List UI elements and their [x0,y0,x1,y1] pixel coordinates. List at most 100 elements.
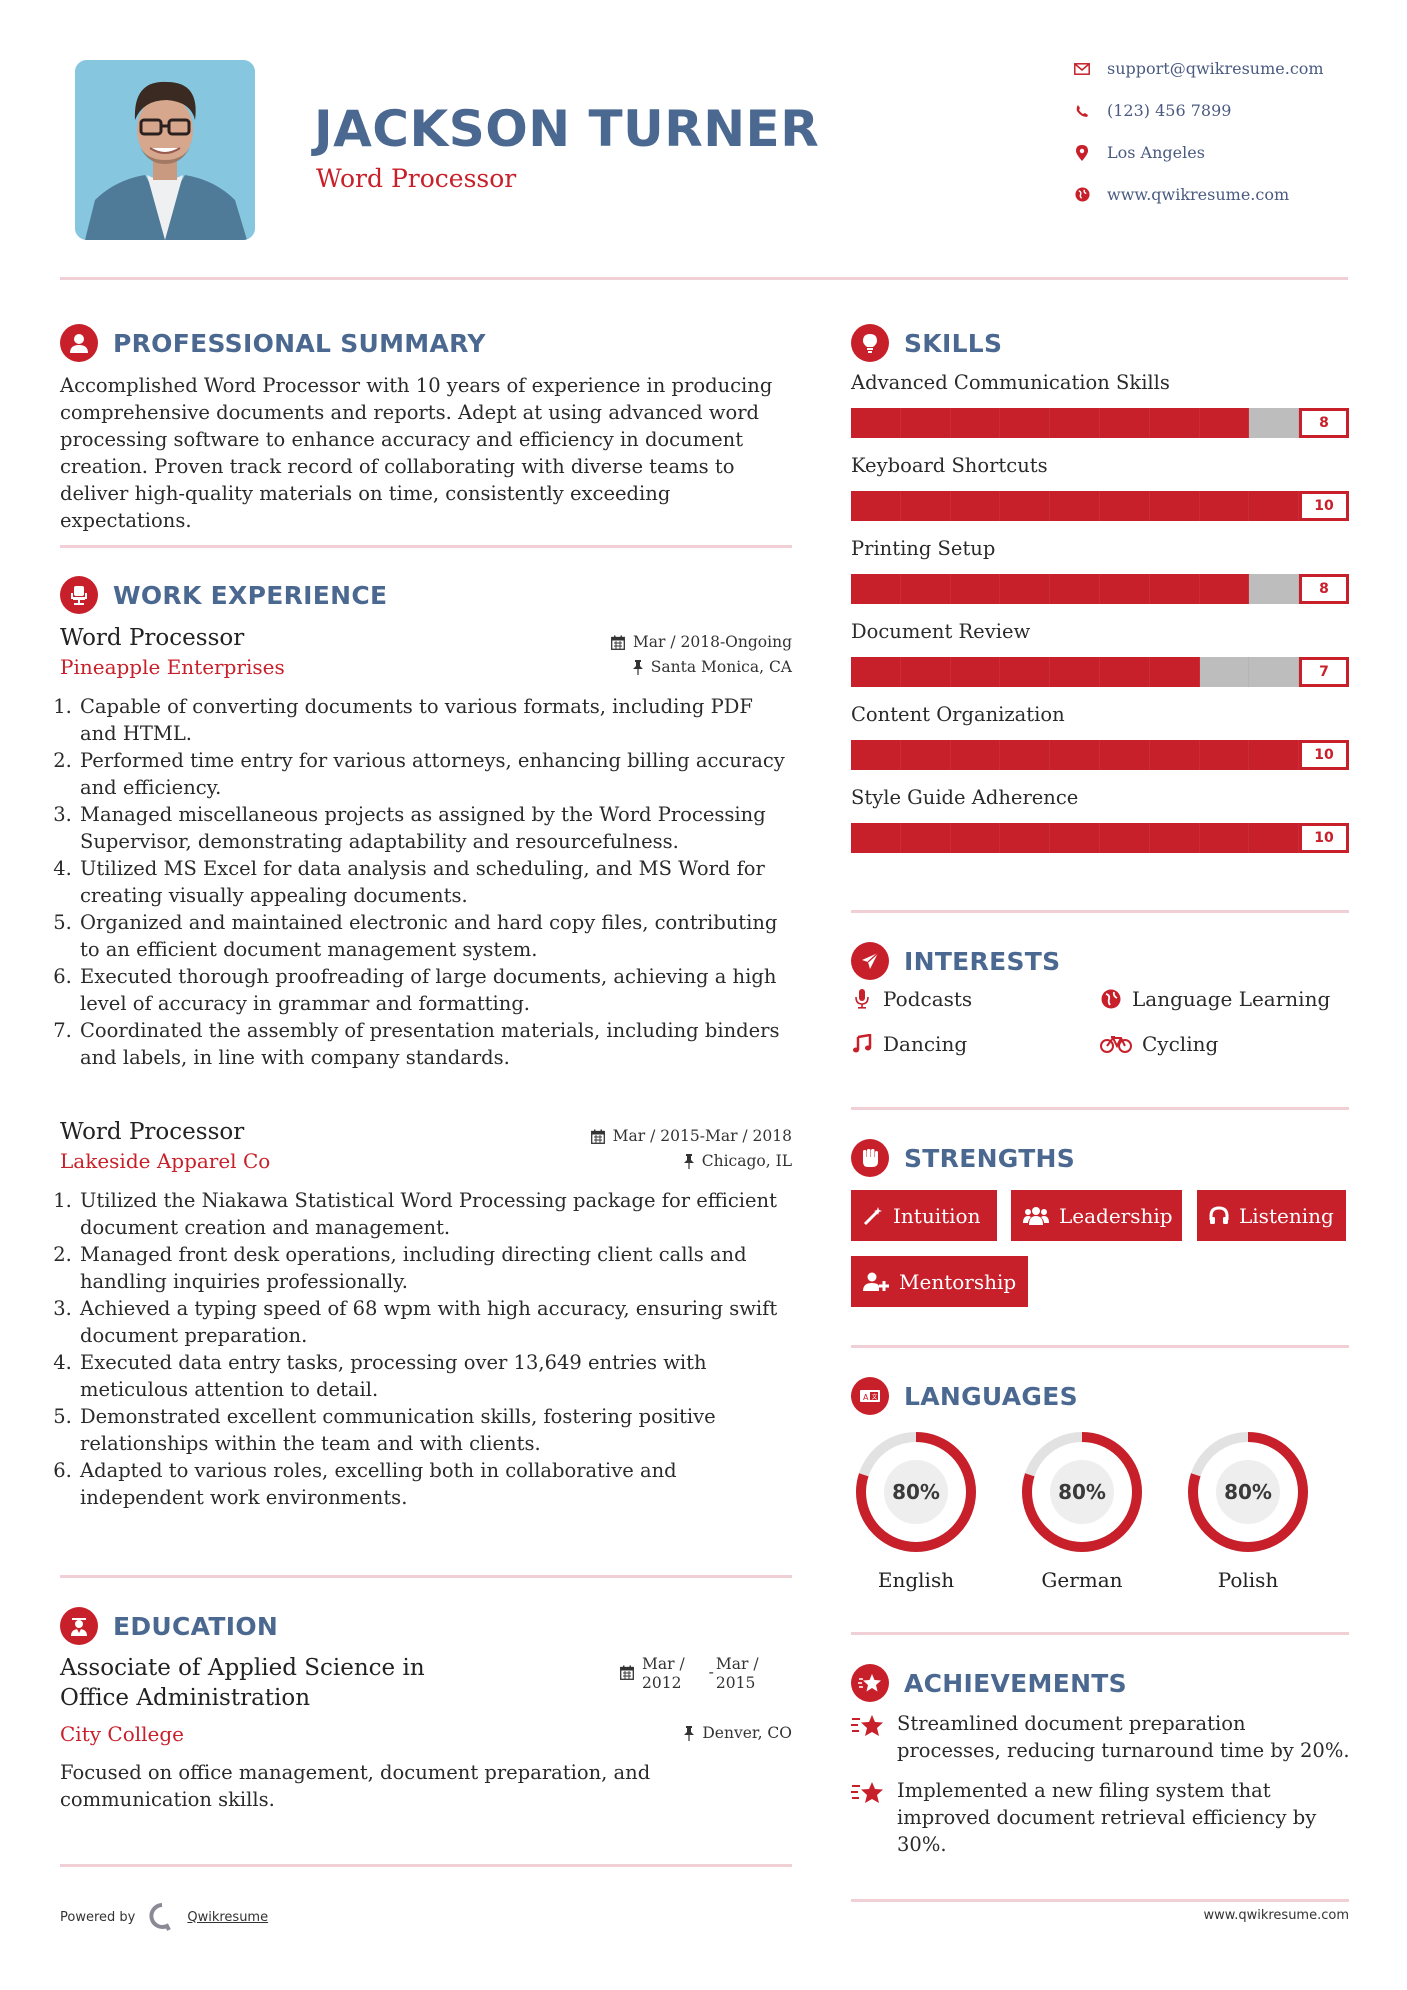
pushpin-icon [683,1153,694,1169]
job-dates-text: Mar / 2018-Ongoing [632,633,792,651]
skill-segment [950,408,1001,438]
language-label: English [877,1568,955,1592]
candidate-title: Word Processor [316,164,517,193]
job-entry: Word Processor Mar / 2018-Ongoing Pineap… [60,625,792,1071]
contact-website-text: www.qwikresume.com [1107,185,1290,204]
education-header: EDUCATION [60,1607,278,1645]
qwikresume-link[interactable]: Qwikresume [187,1910,268,1925]
strengths-divider [851,1345,1349,1348]
skill-segment [1199,740,1250,770]
skill-segment [1000,823,1051,853]
education-school: City College [60,1722,185,1746]
skill-segment [1050,574,1100,604]
calendar-icon [610,635,625,650]
summary-header: PROFESSIONAL SUMMARY [60,324,486,362]
achievements-header: ACHIEVEMENTS [851,1664,1127,1702]
skill-segment [950,823,1001,853]
date-separator: - [708,1663,714,1681]
skill-segment [900,574,951,604]
office-chair-icon [60,576,98,614]
job-bullets: Capable of converting documents to vario… [60,693,792,1071]
education-description: Focused on office management, document p… [60,1761,651,1811]
skill-segment [1249,657,1300,687]
interest-item: Language Learning [1100,987,1330,1011]
svg-text:A: A [863,1393,869,1402]
skill-segment [1050,740,1100,770]
languages-header: A文 LANGUAGES [851,1377,1078,1415]
globe-icon [1100,989,1122,1009]
header-divider [60,277,1348,280]
footer-website[interactable]: www.qwikresume.com [1204,1908,1350,1923]
contact-location: Los Angeles [1073,143,1373,162]
paper-plane-icon [851,942,889,980]
skill-level: 7 [1299,657,1349,687]
envelope-icon [1073,60,1091,78]
star-icon [851,1710,887,1764]
skill-segment [950,574,1001,604]
job-company: Lakeside Apparel Co [60,1149,271,1173]
job-bullet: Utilized the Niakawa Statistical Word Pr… [78,1187,792,1241]
contact-website[interactable]: www.qwikresume.com [1073,185,1373,204]
job-location: Chicago, IL [683,1152,792,1170]
education-heading: EDUCATION [113,1611,279,1641]
education-dates: Mar / 2012 - Mar / 2015 [620,1655,792,1693]
strength-label: Leadership [1059,1203,1173,1228]
skill-segment [1199,823,1250,853]
language-label: Polish [1217,1568,1279,1592]
candidate-name: JACKSON TURNER [314,100,820,158]
summary-divider [60,545,792,548]
skill-segment [1099,491,1150,521]
interest-item: Cycling [1100,1032,1218,1056]
education-location-text: Denver, CO [702,1724,792,1742]
achievements-heading: ACHIEVEMENTS [904,1668,1127,1698]
skill-segment [1249,491,1300,521]
achievement-text: Streamlined document preparation process… [897,1712,1350,1762]
skill-level: 10 [1299,740,1349,770]
job-bullets: Utilized the Niakawa Statistical Word Pr… [60,1187,792,1511]
job-entry: Word Processor Mar / 2015-Mar / 2018 Lak… [60,1119,792,1511]
contact-email[interactable]: support@qwikresume.com [1073,59,1373,78]
languages-divider [851,1632,1349,1635]
strength-tag: Mentorship [851,1256,1028,1307]
education-start: Mar / 2012 [642,1655,685,1693]
job-title: Word Processor [60,1119,245,1145]
skill-segment [1000,408,1051,438]
contact-phone[interactable]: (123) 456 7899 [1073,101,1373,120]
skill-segment [1000,740,1051,770]
interest-item: Dancing [851,1032,967,1056]
star-badge-icon [851,1664,889,1702]
start-year: 2012 [642,1674,682,1692]
skill-segment [900,491,951,521]
skill-segment [1099,574,1150,604]
skill-bar: 10 [851,491,1349,521]
skill-segment [851,823,901,853]
skill-segment [1199,491,1250,521]
education-degree: Associate of Applied Science in Office A… [60,1653,500,1713]
skill-segment [1099,408,1150,438]
skill-level: 10 [1299,823,1349,853]
skill-label: Document Review [851,620,1031,643]
strength-tag: Listening [1197,1190,1346,1241]
skill-segment [900,408,951,438]
skill-item: Printing Setup 8 [851,537,1349,604]
skill-label: Content Organization [851,703,1065,726]
user-icon [60,324,98,362]
skill-segment [1050,408,1100,438]
skill-bar: 8 [851,574,1349,604]
experience-divider [60,1575,792,1578]
job-bullet: Performed time entry for various attorne… [78,747,792,801]
magic-wand-icon [863,1206,883,1226]
calendar-icon [590,1129,605,1144]
skill-segment [1199,657,1250,687]
languages-heading: LANGUAGES [904,1381,1078,1411]
strength-label: Mentorship [899,1269,1017,1294]
svg-text:文: 文 [872,1393,878,1401]
interests-heading: INTERESTS [904,946,1061,976]
skill-bar: 8 [851,408,1349,438]
skill-segment [1149,657,1200,687]
skill-segment [900,823,951,853]
achievement-text: Implemented a new filing system that imp… [897,1779,1317,1856]
skill-segment [950,491,1001,521]
job-bullet: Achieved a typing speed of 68 wpm with h… [78,1295,792,1349]
skill-segment [1149,740,1200,770]
